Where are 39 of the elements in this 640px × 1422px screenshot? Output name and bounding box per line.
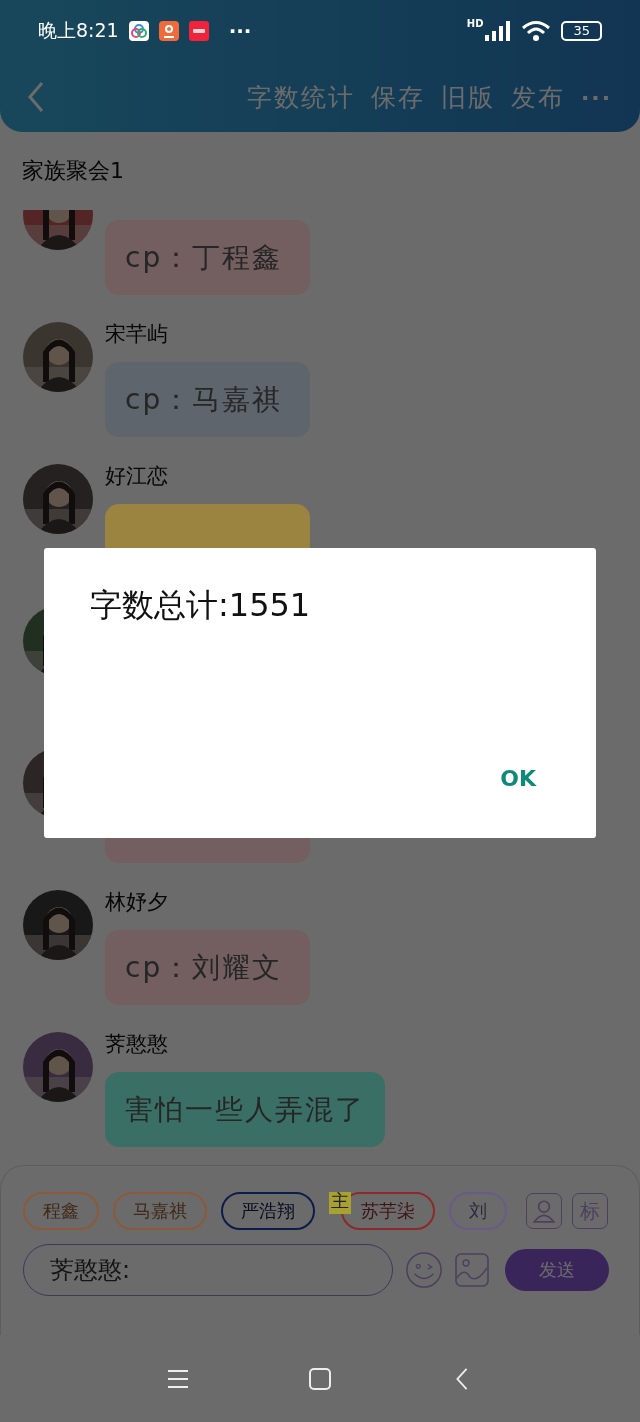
contact-button[interactable] <box>526 1193 562 1229</box>
sender-name: 林妤夕 <box>105 890 168 914</box>
message-bubble: cp：丁程鑫 <box>105 220 310 295</box>
network-label: HD <box>466 18 484 29</box>
header-action[interactable]: 发布 <box>502 80 573 114</box>
wifi-icon <box>521 20 552 42</box>
person-icon <box>531 1198 557 1224</box>
app-icon <box>188 21 209 41</box>
ok-button[interactable]: OK <box>500 766 536 791</box>
message-bubble: 害怕一些人弄混了 <box>105 1072 385 1147</box>
member-chip[interactable]: 严浩翔 <box>221 1192 315 1230</box>
menu-icon[interactable] <box>167 1367 189 1390</box>
dialog-message: 字数总计:1551 <box>90 585 311 626</box>
sender-name: 荠憨憨 <box>105 1032 168 1056</box>
more-button[interactable]: ··· <box>572 84 620 110</box>
sender-name: 宋芊屿 <box>105 322 168 346</box>
member-chip[interactable]: 马嘉祺 <box>113 1192 207 1230</box>
status-time: 晚上8:21 <box>38 18 119 43</box>
status-more: ··· <box>228 19 252 43</box>
send-button[interactable]: 发送 <box>505 1249 609 1291</box>
message-input[interactable]: 荠憨憨: <box>23 1244 393 1296</box>
member-chip[interactable]: 刘 <box>449 1192 507 1230</box>
chat-title: 家族聚会1 <box>21 157 125 185</box>
signal-icon <box>485 21 512 41</box>
member-chip[interactable]: 程鑫 <box>23 1192 99 1230</box>
back-icon[interactable] <box>26 80 46 114</box>
smiley-icon[interactable] <box>405 1251 443 1289</box>
header-action[interactable]: 保存 <box>362 80 433 114</box>
host-badge: 主 <box>329 1192 351 1214</box>
header-action[interactable]: 字数统计 <box>238 80 363 114</box>
battery-indicator: 35 <box>561 21 602 41</box>
app-icon <box>128 21 149 41</box>
message-bubble: cp：马嘉祺 <box>105 362 310 437</box>
app-icon <box>158 21 179 41</box>
home-icon[interactable] <box>309 1367 331 1390</box>
header-action[interactable]: 旧版 <box>432 80 503 114</box>
message-bubble: cp：刘耀文 <box>105 930 310 1005</box>
image-icon[interactable] <box>455 1253 489 1287</box>
sender-name: 好江恋 <box>105 464 168 488</box>
